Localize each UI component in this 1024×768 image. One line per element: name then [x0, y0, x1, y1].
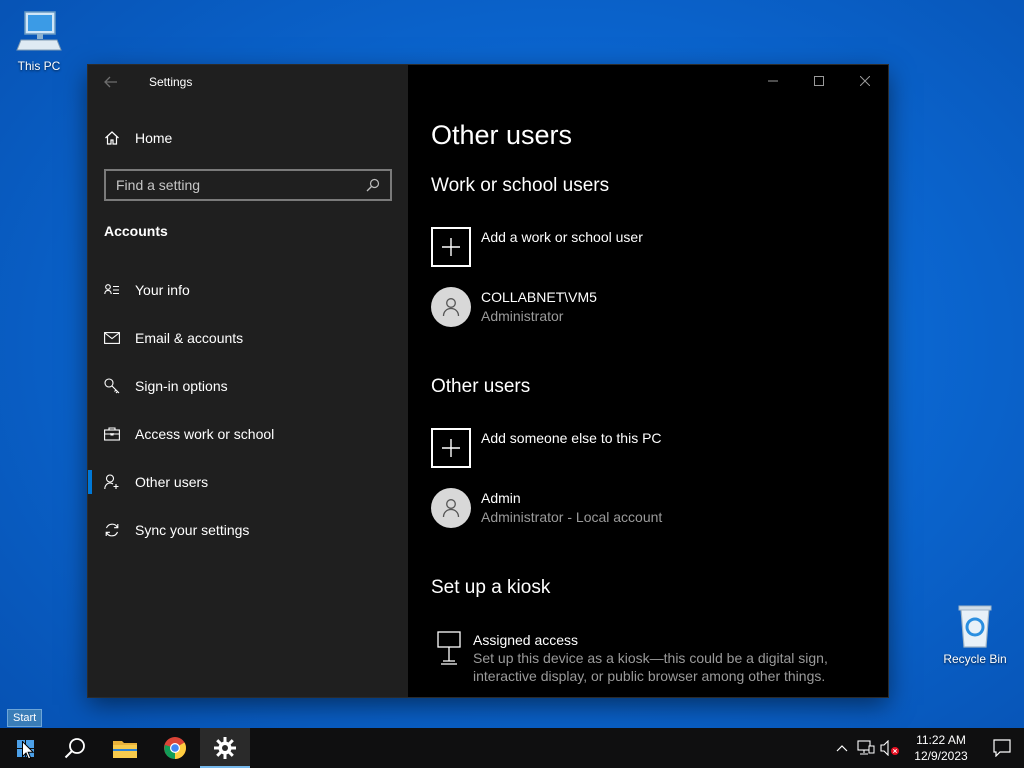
sidebar-item-label: Sync your settings	[135, 522, 250, 538]
user-avatar-icon	[431, 488, 471, 528]
user-avatar-icon	[431, 287, 471, 327]
this-pc-label: This PC	[17, 59, 61, 73]
network-icon	[857, 740, 875, 755]
action-center-button[interactable]	[980, 728, 1024, 768]
sidebar-item-sign-in-options[interactable]: Sign-in options	[88, 362, 408, 410]
sync-icon	[104, 522, 120, 538]
search-input[interactable]	[116, 177, 366, 193]
key-icon	[104, 378, 120, 394]
local-user-name: Admin	[481, 490, 521, 506]
kiosk-icon	[437, 631, 463, 665]
system-tray: 11:22 AM 12/9/2023	[830, 728, 1024, 768]
window-title: Settings	[149, 75, 193, 89]
other-users-section-title: Other users	[431, 376, 531, 397]
sidebar: Settings Home Accounts Your info Email &	[88, 65, 408, 697]
sidebar-item-sync-settings[interactable]: Sync your settings	[88, 506, 408, 554]
chrome-icon	[164, 737, 186, 759]
work-user-name: COLLABNET\VM5	[481, 289, 597, 305]
start-tooltip: Start	[7, 709, 43, 727]
person-add-icon	[104, 474, 120, 490]
notification-icon	[993, 739, 1011, 757]
home-nav-item[interactable]: Home	[104, 126, 172, 150]
page-title: Other users	[431, 120, 573, 150]
network-button[interactable]	[854, 728, 878, 768]
gear-icon	[214, 737, 236, 759]
add-work-school-user-label: Add a work or school user	[481, 229, 643, 245]
taskbar: 11:22 AM 12/9/2023	[0, 728, 1024, 768]
home-icon	[105, 131, 119, 145]
sidebar-item-label: Other users	[135, 474, 209, 490]
work-school-section-title: Work or school users	[431, 175, 610, 196]
nav-list: Your info Email & accounts Sign-in optio…	[88, 266, 408, 554]
volume-muted-icon	[880, 740, 899, 756]
sidebar-item-other-users[interactable]: Other users	[88, 458, 408, 506]
file-explorer-taskbar-button[interactable]	[100, 728, 150, 768]
accounts-section-title: Accounts	[104, 223, 168, 239]
arrow-left-icon	[104, 76, 117, 88]
clock-date: 12/9/2023	[914, 749, 968, 763]
plus-icon	[431, 227, 471, 267]
mail-icon	[104, 330, 120, 346]
main-content: Other users Work or school users Add a w…	[408, 65, 888, 697]
work-user-role: Administrator	[481, 308, 564, 324]
recycle-bin-desktop-icon[interactable]: Recycle Bin	[939, 603, 1011, 666]
sidebar-item-email-accounts[interactable]: Email & accounts	[88, 314, 408, 362]
home-label: Home	[135, 130, 173, 146]
back-button[interactable]	[88, 65, 134, 99]
clock[interactable]: 11:22 AM 12/9/2023	[902, 732, 980, 764]
add-work-school-user-button[interactable]: Add a work or school user	[431, 227, 643, 267]
recycle-bin-label: Recycle Bin	[943, 652, 1007, 666]
briefcase-icon	[104, 426, 120, 442]
recycle-bin-icon	[951, 603, 999, 649]
sidebar-item-your-info[interactable]: Your info	[88, 266, 408, 314]
person-card-icon	[104, 282, 120, 298]
sidebar-item-label: Email & accounts	[135, 330, 244, 346]
settings-window: Settings Home Accounts Your info Email &	[88, 65, 888, 697]
settings-taskbar-button[interactable]	[200, 728, 250, 768]
this-pc-desktop-icon[interactable]: This PC	[3, 10, 75, 73]
sidebar-item-label: Your info	[135, 282, 190, 298]
assigned-access-description: Set up this device as a kiosk—this could…	[473, 650, 828, 684]
search-icon[interactable]	[366, 178, 380, 192]
mouse-cursor-icon	[22, 740, 35, 765]
add-someone-else-button[interactable]: Add someone else to this PC	[431, 428, 662, 468]
computer-icon	[15, 10, 63, 56]
search-taskbar-button[interactable]	[50, 728, 100, 768]
local-user-role: Administrator - Local account	[481, 509, 663, 525]
clock-time: 11:22 AM	[916, 733, 966, 747]
chrome-taskbar-button[interactable]	[150, 728, 200, 768]
assigned-access-button[interactable]: Assigned access Set up this device as a …	[431, 631, 853, 685]
assigned-access-title: Assigned access	[473, 632, 579, 648]
kiosk-section-title: Set up a kiosk	[431, 577, 551, 598]
chevron-up-icon	[836, 745, 848, 752]
sidebar-item-label: Sign-in options	[135, 378, 228, 394]
add-someone-else-label: Add someone else to this PC	[481, 430, 662, 446]
work-user-entry[interactable]: COLLABNET\VM5 Administrator	[431, 287, 597, 327]
plus-icon	[431, 428, 471, 468]
volume-button[interactable]	[878, 728, 902, 768]
folder-icon	[113, 741, 137, 758]
title-bar: Settings	[88, 65, 408, 99]
local-user-entry[interactable]: Admin Administrator - Local account	[431, 488, 662, 528]
sidebar-item-access-work-school[interactable]: Access work or school	[88, 410, 408, 458]
search-icon	[64, 738, 85, 759]
show-hidden-icons-button[interactable]	[830, 728, 854, 768]
search-box[interactable]	[104, 169, 392, 201]
sidebar-item-label: Access work or school	[135, 426, 275, 442]
